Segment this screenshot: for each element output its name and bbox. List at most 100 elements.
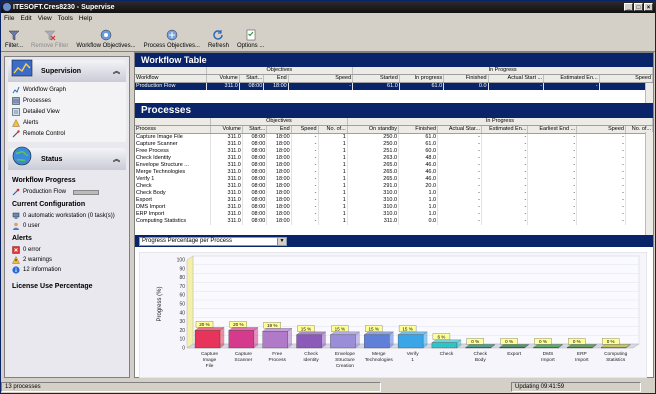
proc-col-header[interactable]: Earliest End ...: [527, 125, 578, 134]
chevron-up-icon[interactable]: ︽: [113, 154, 120, 164]
proc-col-header[interactable]: Process: [135, 125, 212, 134]
options-button[interactable]: Options ...: [235, 29, 266, 49]
window-title: ITESOFT.Cres8230 - Supervise: [13, 3, 115, 11]
processes-table-scrollbar[interactable]: [645, 132, 653, 235]
proc-table-row[interactable]: Verify 1311.008:0018:00-1265.046.0----0: [135, 176, 654, 183]
supervision-panel-header[interactable]: Supervision ︽: [8, 59, 126, 82]
wf-col-header[interactable]: Finished: [443, 74, 489, 83]
proc-table-row[interactable]: Envelope Structure ... 311.0 08:00 18:00-1 2…: [135, 162, 654, 169]
proc-table-cell: 1: [318, 162, 348, 169]
sidebar-item-workflow-graph[interactable]: Workflow Graph: [12, 84, 122, 95]
error-icon: [12, 246, 20, 254]
proc-table-cell: -: [576, 148, 626, 155]
menu-file[interactable]: File: [4, 15, 14, 22]
proc-table-cell: 250.0: [347, 141, 400, 148]
proc-table-cell: 0.0: [398, 218, 439, 225]
proc-table-cell: -: [481, 148, 529, 155]
proc-table-row[interactable]: Free Process 311.0 08:00 18:00-1 251.0 60.0- -…: [135, 148, 654, 155]
proc-col-header[interactable]: Start...: [242, 125, 268, 134]
production-flow-progress: Production Flow: [12, 187, 122, 197]
wf-col-header[interactable]: Actual Start ...: [488, 74, 545, 83]
chart-x-tick-label: Import: [541, 357, 555, 363]
proc-table-cell: -: [481, 169, 529, 176]
sidebar-item-processes[interactable]: Processes: [12, 95, 122, 106]
proc-table-row[interactable]: ERP Import311.008:0018:00-1310.01.0----0: [135, 211, 654, 218]
proc-table-row[interactable]: DMS Import311.008:0018:00-1310.01.0----0: [135, 204, 654, 211]
chart-data-label: 15 %: [301, 326, 311, 331]
chart-data-label: 20 %: [233, 322, 243, 327]
proc-table-row[interactable]: Capture Image File 311.0 08:00 18:00-1 250.0…: [135, 133, 654, 141]
proc-table-cell: 18:00: [266, 197, 292, 204]
proc-col-header[interactable]: Speed: [291, 125, 319, 134]
wf-col-header[interactable]: Speed: [599, 74, 654, 83]
maximize-button[interactable]: □: [634, 3, 643, 11]
wf-col-header[interactable]: Start...: [239, 74, 265, 83]
remove-filter-icon: [44, 30, 56, 41]
proc-col-header[interactable]: Speed: [576, 125, 626, 134]
wf-table-row[interactable]: Production Flow 311.0 08:00 18:00-61.0 61.0 0…: [135, 82, 654, 90]
proc-col-header[interactable]: End: [266, 125, 292, 134]
process-objectives-button[interactable]: Process Objectives...: [142, 29, 202, 49]
proc-table-cell: 250.0: [347, 133, 400, 141]
dropdown-arrow-icon[interactable]: ▼: [277, 237, 286, 245]
proc-col-header[interactable]: Estimated En...: [481, 125, 529, 134]
proc-table-cell: 1: [318, 190, 348, 197]
menu-edit[interactable]: Edit: [20, 15, 31, 22]
proc-table-cell: 310.0: [347, 190, 400, 197]
close-button[interactable]: ×: [644, 3, 653, 11]
minimize-button[interactable]: _: [624, 3, 633, 11]
proc-table-cell: 08:00: [242, 162, 268, 169]
proc-col-header[interactable]: Actual Star...: [437, 125, 483, 134]
wf-col-header[interactable]: Workflow: [135, 74, 207, 83]
status-panel-header[interactable]: Status ︽: [8, 146, 126, 170]
sidebar-item-detailed-view[interactable]: Detailed View: [12, 106, 122, 117]
proc-table-cell: 46.0: [398, 176, 439, 183]
chevron-up-icon[interactable]: ︽: [113, 66, 120, 76]
workflow-table-scrollbar[interactable]: [645, 83, 653, 103]
wf-table-cell: 0.0: [443, 82, 489, 90]
proc-table-cell: -: [527, 162, 578, 169]
menu-tools[interactable]: Tools: [58, 15, 73, 22]
proc-table-cell: 311.0: [210, 141, 243, 148]
proc-table-row[interactable]: Check Identity 311.0 08:00 18:00-1 263.0 48.0…: [135, 155, 654, 162]
wf-col-header[interactable]: Estimated En...: [543, 74, 600, 83]
chart-bar-side: [422, 331, 428, 349]
proc-table-cell: 60.0: [398, 148, 439, 155]
workflow-table: Objectives In Progress Workflow Volume Sta…: [135, 67, 654, 90]
proc-col-header[interactable]: Finished: [398, 125, 439, 134]
workflow-table-title: Workflow Table: [135, 53, 653, 67]
chart-bar-side: [389, 331, 394, 349]
menu-view[interactable]: View: [38, 15, 52, 22]
proc-table-row[interactable]: Check Body311.008:0018:00-1310.01.0----0: [135, 190, 654, 197]
proc-table-cell: 1.0: [398, 204, 439, 211]
wf-col-header[interactable]: Speed: [288, 74, 354, 83]
wf-table-cell: 18:00: [263, 82, 289, 90]
proc-table-cell: 1: [318, 176, 348, 183]
proc-table-row[interactable]: Capture Scanner 311.0 08:00 18:00-1 250.0 61.…: [135, 141, 654, 148]
wf-col-header[interactable]: In progress: [399, 74, 445, 83]
menu-bar: File Edit View Tools Help: [1, 13, 655, 24]
wf-col-header[interactable]: Started: [352, 74, 400, 83]
proc-table-cell: 61.0: [398, 141, 439, 148]
wf-col-header[interactable]: End: [263, 74, 289, 83]
refresh-button[interactable]: Refresh: [206, 29, 231, 49]
proc-table-cell: 265.0: [347, 162, 400, 169]
proc-col-header[interactable]: Volume: [210, 125, 243, 134]
proc-table-row[interactable]: Merge Technologies 311.0 08:00 18:00-1 265.0…: [135, 169, 654, 176]
proc-col-header[interactable]: No. of...: [318, 125, 348, 134]
sidebar-item-remote-control[interactable]: Remote Control: [12, 128, 122, 139]
filter-button[interactable]: Filter...: [3, 29, 25, 49]
workflow-objectives-button[interactable]: Workflow Objectives...: [74, 29, 137, 49]
proc-col-header[interactable]: On standby: [347, 125, 400, 134]
proc-table-cell: Capture Image File: [135, 133, 212, 141]
proc-table-row[interactable]: Check311.008:0018:00-1291.020.0----0: [135, 183, 654, 190]
proc-table-row[interactable]: Computing Statistics 311.0 08:00 18:00-1 311…: [135, 218, 654, 225]
remove-filter-button[interactable]: Remove Filter: [29, 29, 70, 49]
chart-x-tick-label: 1: [411, 357, 414, 363]
processes-title: Processes: [135, 103, 653, 118]
sidebar-item-alerts[interactable]: Alerts: [12, 117, 122, 128]
wf-col-header[interactable]: Volume: [206, 74, 240, 83]
proc-table-row[interactable]: Export311.008:0018:00-1310.01.0----0: [135, 197, 654, 204]
chart-type-select[interactable]: Progress Percentage per Process ▼: [139, 236, 287, 246]
menu-help[interactable]: Help: [79, 15, 92, 22]
